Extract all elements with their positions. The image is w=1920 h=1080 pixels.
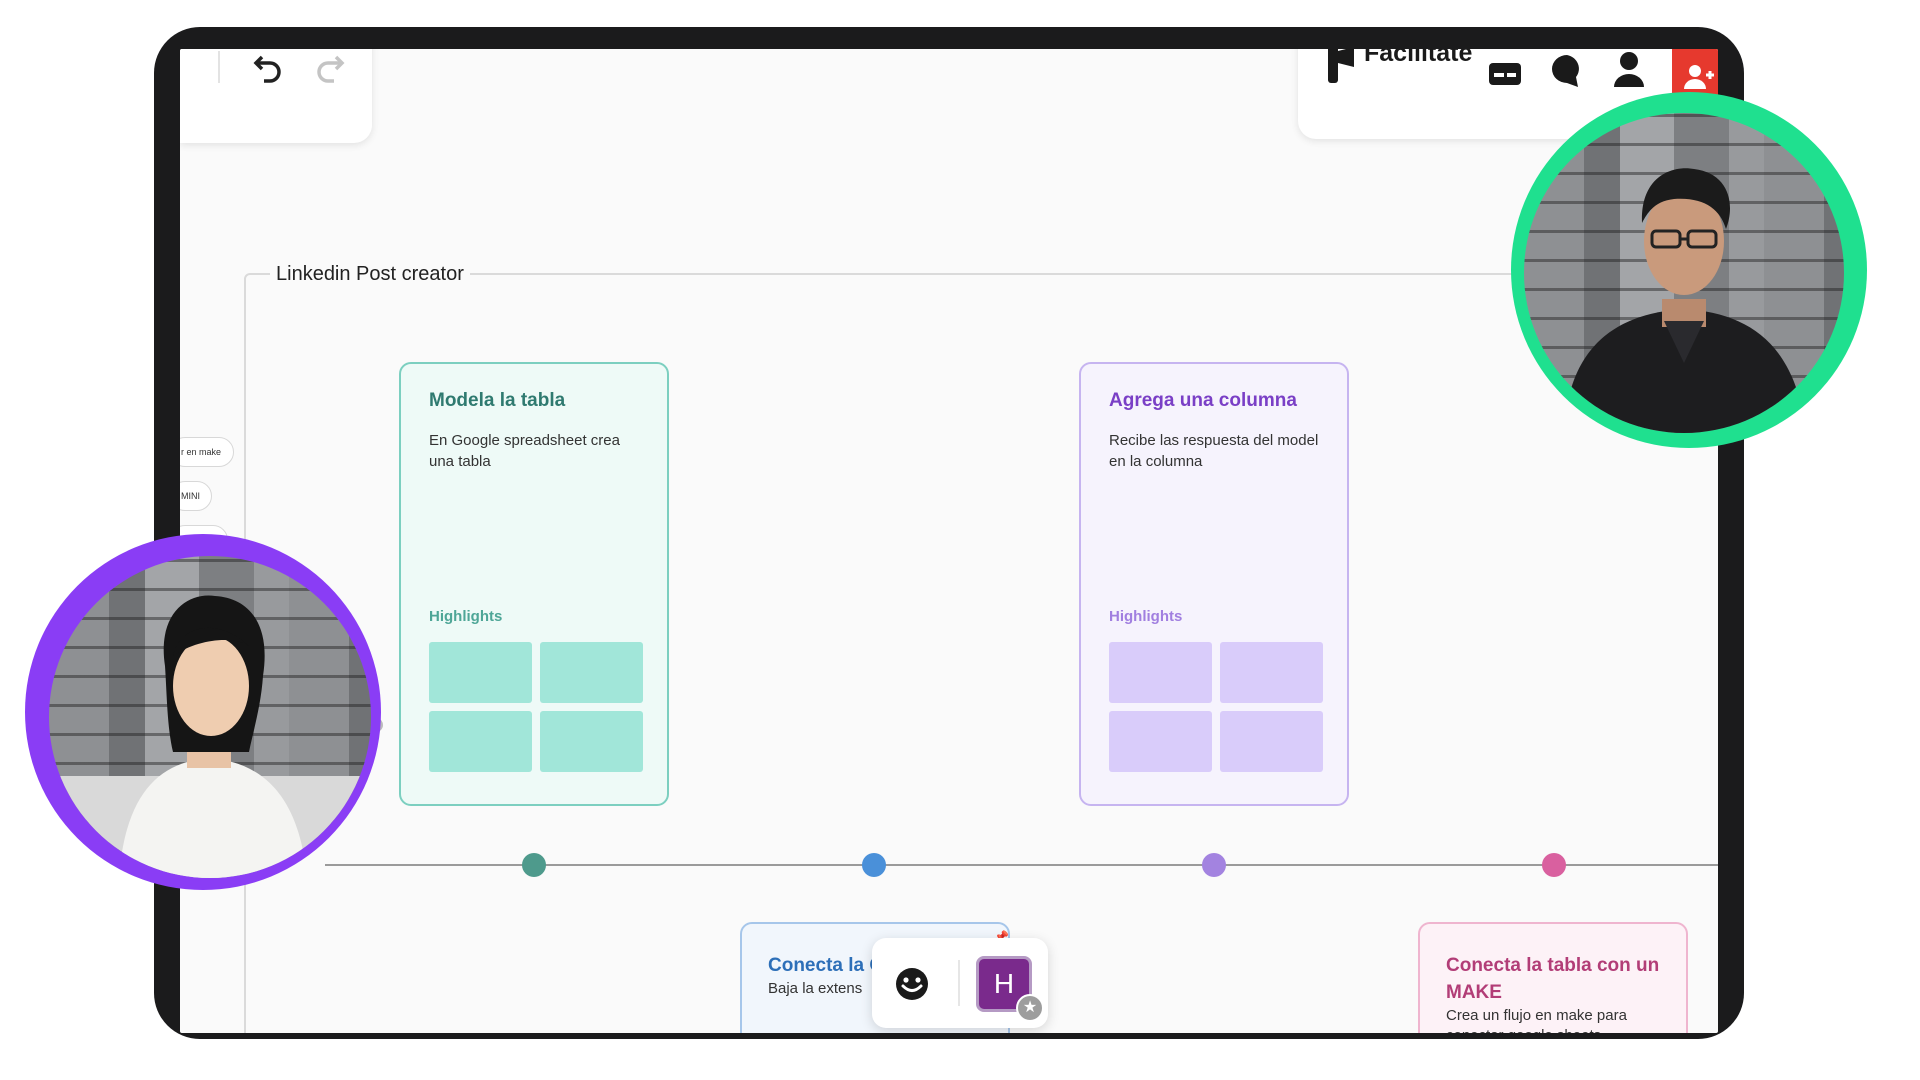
side-chip[interactable]: r en make bbox=[180, 437, 234, 467]
timeline-dot-purple[interactable] bbox=[1202, 853, 1226, 877]
facilitate-button[interactable]: Facilitate bbox=[1364, 49, 1472, 68]
highlights-grid bbox=[1109, 642, 1323, 772]
whiteboard-screen[interactable]: Facilitate Linkedin Post creator r en ma… bbox=[180, 49, 1718, 1033]
step-card-modela-la-tabla[interactable]: Modela la tabla En Google spreadsheet cr… bbox=[399, 362, 669, 806]
highlights-grid bbox=[429, 642, 643, 772]
frame-title[interactable]: Linkedin Post creator bbox=[270, 263, 470, 286]
highlight-tile[interactable] bbox=[1109, 642, 1212, 703]
timeline-dot-blue[interactable] bbox=[862, 853, 886, 877]
toolbar-divider bbox=[218, 51, 220, 83]
redo-icon[interactable] bbox=[312, 51, 346, 85]
toolbar-divider bbox=[958, 960, 960, 1006]
add-user-icon bbox=[1684, 65, 1714, 89]
card-description: Crea un flujo en make para conectar goog… bbox=[1446, 1007, 1627, 1033]
highlight-tile[interactable] bbox=[540, 642, 643, 703]
step-card-agrega-una-columna[interactable]: Agrega una columna Recibe las respuesta … bbox=[1079, 362, 1349, 806]
person-woman-image bbox=[49, 595, 371, 878]
history-toolbar bbox=[180, 49, 372, 143]
highlight-tile[interactable] bbox=[1109, 711, 1212, 772]
reaction-toolbar: H ★ bbox=[872, 938, 1048, 1028]
step-card-conecta-make[interactable]: Conecta la tabla con un MAKE Crea un flu… bbox=[1418, 922, 1688, 1033]
highlight-tile[interactable] bbox=[429, 642, 532, 703]
card-title: Agrega una columna bbox=[1109, 390, 1297, 411]
undo-icon[interactable] bbox=[252, 51, 286, 85]
timeline-dot-teal[interactable] bbox=[522, 853, 546, 877]
highlight-tile[interactable] bbox=[1220, 711, 1323, 772]
user-icon[interactable] bbox=[1612, 51, 1646, 89]
smiley-face-icon[interactable] bbox=[894, 966, 930, 1002]
highlight-tile[interactable] bbox=[540, 711, 643, 772]
side-chip[interactable]: MINI bbox=[180, 481, 212, 511]
highlights-label: Highlights bbox=[1109, 608, 1183, 625]
id-card-icon[interactable] bbox=[1488, 59, 1522, 87]
card-description: En Google spreadsheet crea una tabla bbox=[429, 432, 620, 470]
card-title: Conecta la tabla con un MAKE bbox=[1446, 955, 1660, 1003]
timeline-dot-pink[interactable] bbox=[1542, 853, 1566, 877]
comment-icon[interactable] bbox=[1550, 53, 1584, 89]
facilitate-icon bbox=[1328, 49, 1354, 83]
card-description: Recibe las respuesta del model en la col… bbox=[1109, 432, 1319, 470]
highlight-tile[interactable] bbox=[1220, 642, 1323, 703]
highlight-tile[interactable] bbox=[429, 711, 532, 772]
highlights-label: Highlights bbox=[429, 608, 503, 625]
participant-video-woman[interactable] bbox=[49, 556, 371, 878]
participant-video-man[interactable] bbox=[1524, 113, 1844, 433]
star-icon: ★ bbox=[1016, 994, 1044, 1022]
card-title: Modela la tabla bbox=[429, 390, 566, 411]
person-man-image bbox=[1564, 168, 1806, 433]
